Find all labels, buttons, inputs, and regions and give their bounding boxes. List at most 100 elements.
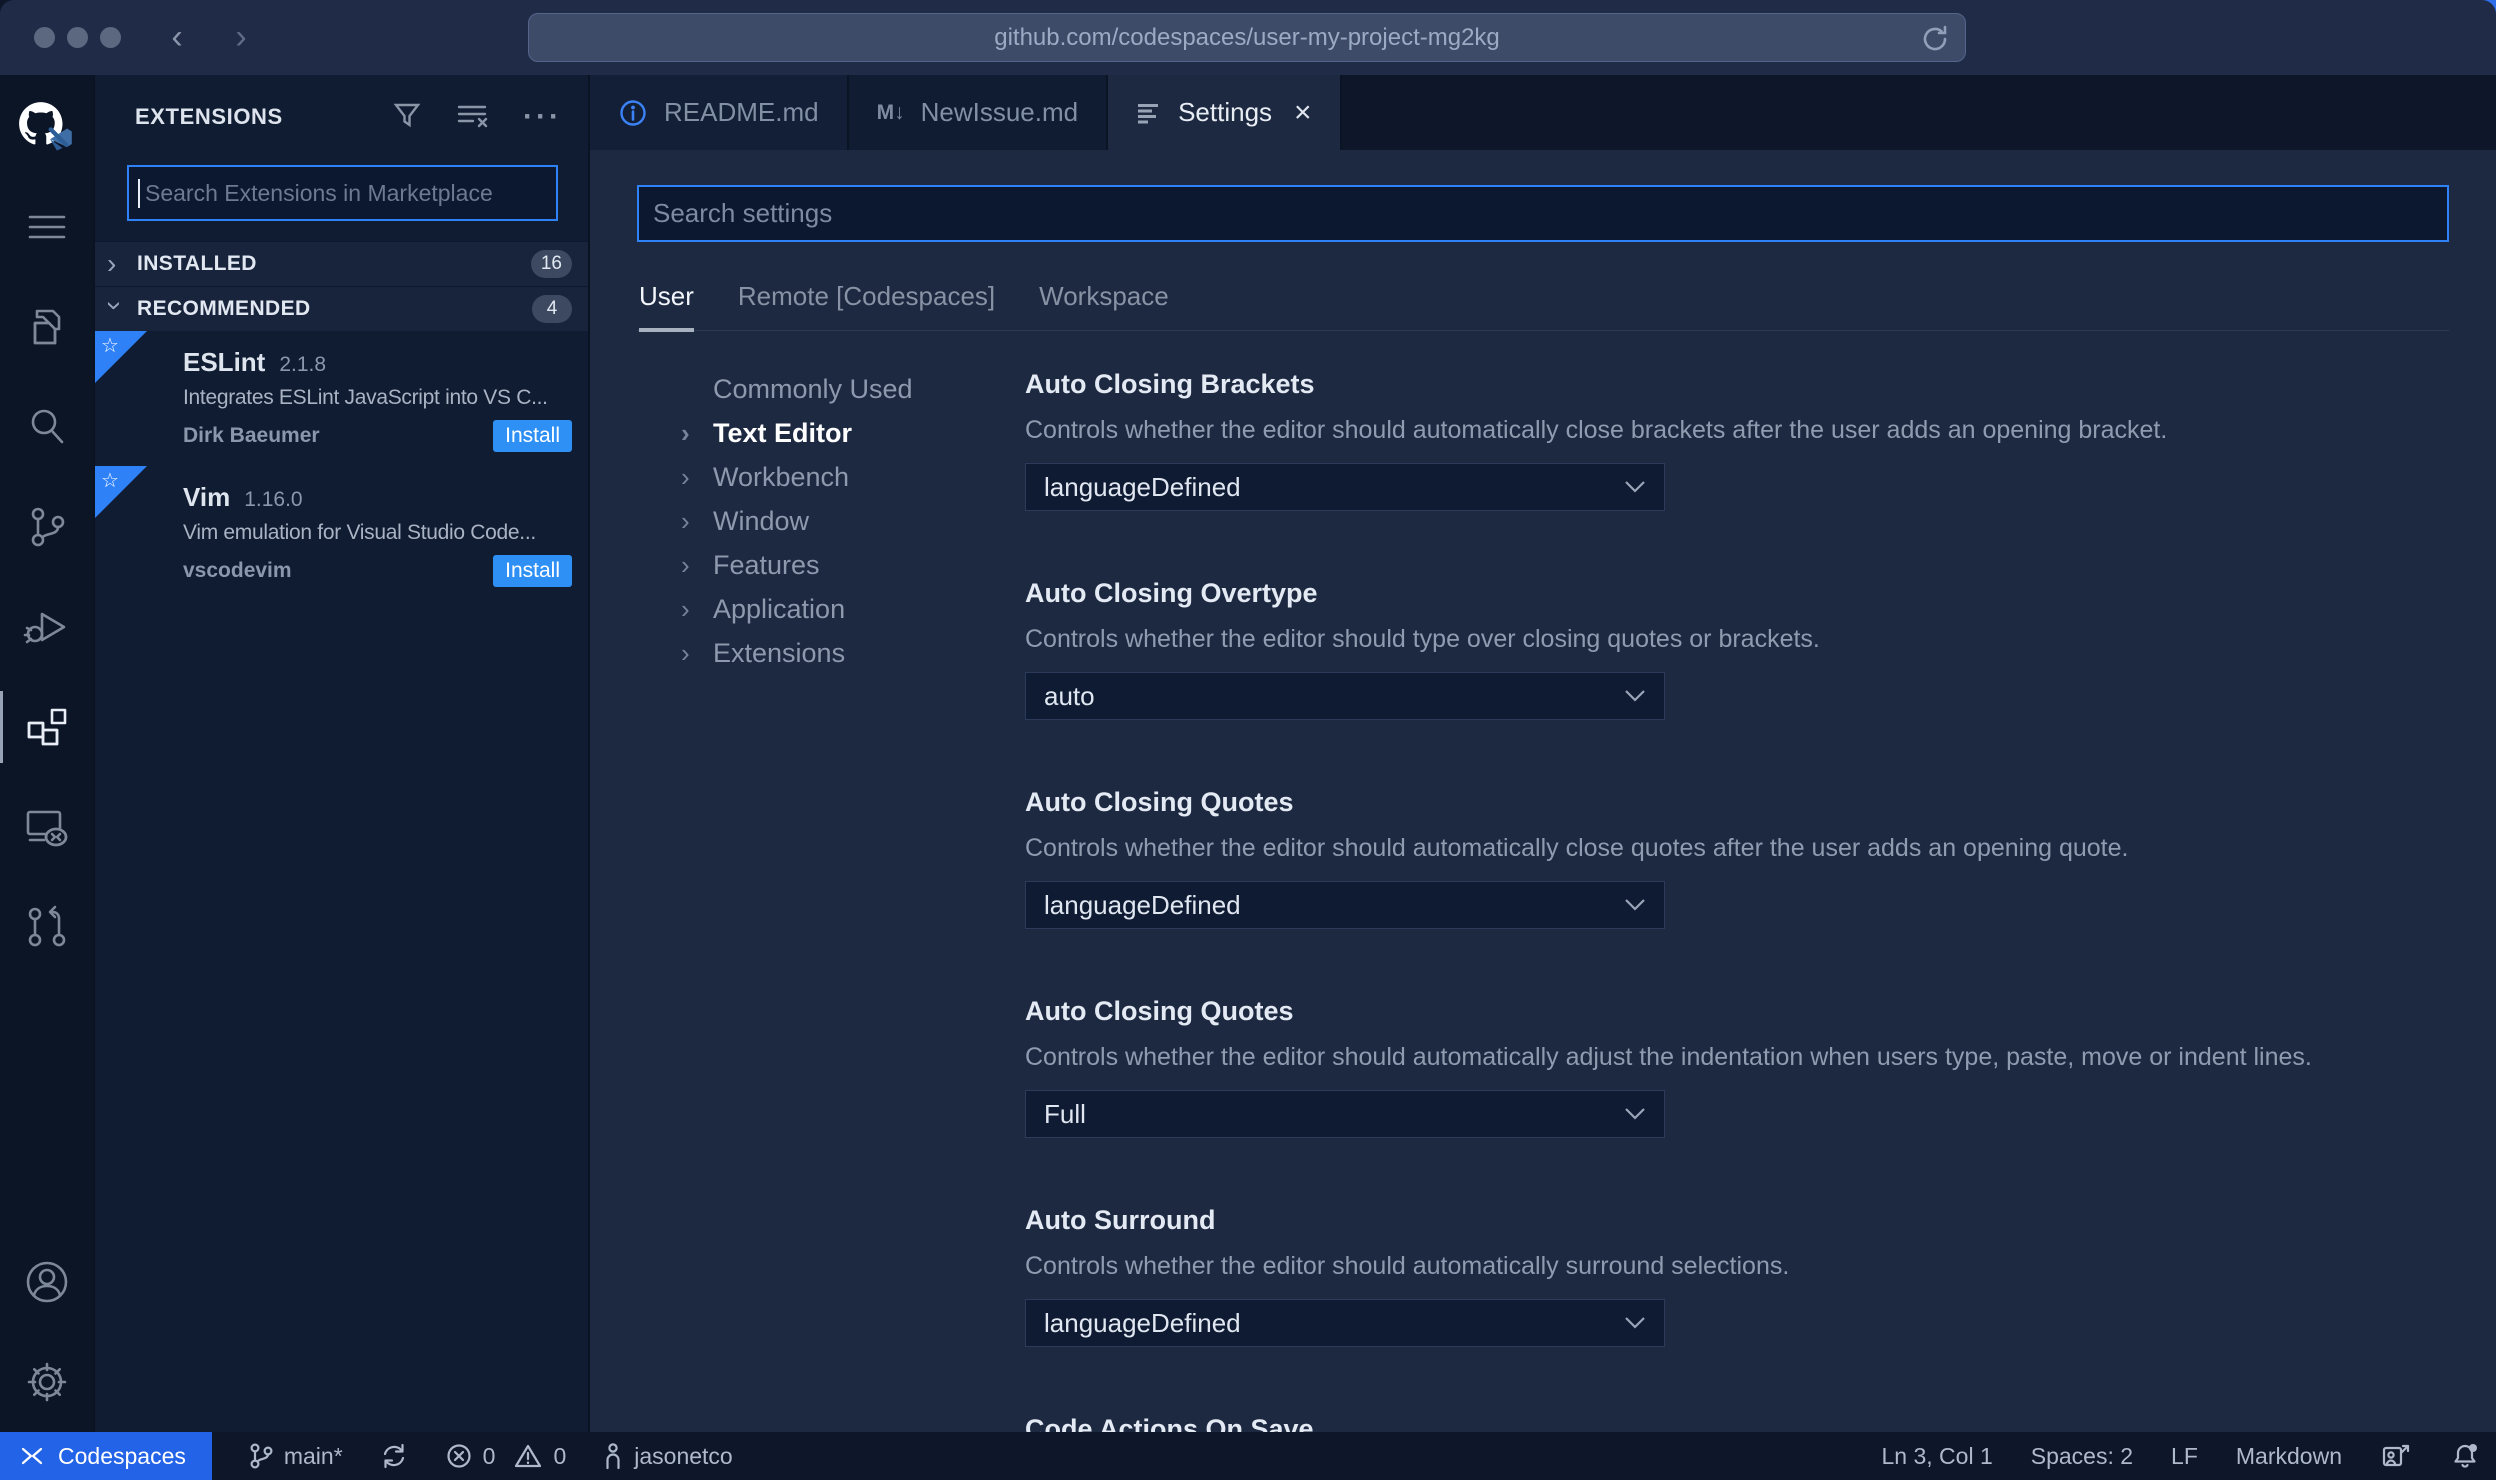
toc-item-text-editor[interactable]: › Text Editor (681, 411, 1025, 455)
codespaces-remote-button[interactable]: Codespaces (0, 1432, 212, 1480)
person-icon (606, 1443, 620, 1470)
setting-dropdown[interactable]: languageDefined (1025, 881, 1665, 929)
scope-tab-workspace[interactable]: Workspace (1039, 276, 1169, 330)
problems-status-item[interactable]: 0 0 (445, 1442, 566, 1470)
language-mode-item[interactable]: Markdown (2236, 1443, 2342, 1470)
sync-status-item[interactable] (379, 1441, 409, 1471)
tab-newissue[interactable]: M↓ NewIssue.md (848, 75, 1109, 150)
text-caret (138, 179, 140, 208)
browser-forward-button[interactable]: › (223, 18, 259, 57)
window-corner (2470, 0, 2496, 26)
toc-item-workbench[interactable]: › Workbench (681, 455, 1025, 499)
extension-list-item-eslint[interactable]: ☆ ESLint 2.1.8 Integrates ESLint JavaScr… (95, 331, 588, 466)
search-icon[interactable] (0, 377, 94, 477)
git-branch-icon (250, 1443, 273, 1469)
close-icon[interactable]: × (1294, 97, 1312, 127)
sidebar-section-installed[interactable]: › INSTALLED 16 (95, 241, 588, 286)
settings-search-box[interactable] (637, 185, 2449, 242)
toc-item-window[interactable]: › Window (681, 499, 1025, 543)
filter-icon[interactable] (391, 99, 423, 136)
settings-list-icon (1138, 103, 1159, 123)
setting-dropdown[interactable]: Full (1025, 1090, 1665, 1138)
explorer-icon[interactable] (0, 277, 94, 377)
clear-extensions-icon[interactable] (455, 99, 491, 136)
chevron-down-icon: › (100, 301, 131, 311)
window-control-dot[interactable] (67, 27, 88, 48)
active-view-indicator (0, 691, 3, 763)
extension-list-item-vim[interactable]: ☆ Vim 1.16.0 Vim emulation for Visual St… (95, 466, 588, 601)
setting-description: Controls whether the editor should autom… (1025, 1043, 2312, 1071)
remote-icon (21, 1447, 43, 1465)
extension-version: 1.16.0 (244, 488, 303, 511)
tab-bar: README.md M↓ NewIssue.md Settings × (590, 75, 2496, 150)
eol-item[interactable]: LF (2171, 1443, 2198, 1470)
scope-tab-remote[interactable]: Remote [Codespaces] (738, 276, 995, 330)
setting-row-auto-closing-quotes: Auto Closing Quotes Controls whether the… (1025, 785, 2449, 929)
setting-row-auto-closing-brackets: Auto Closing Brackets Controls whether t… (1025, 367, 2449, 511)
settings-search-input[interactable] (639, 198, 2447, 229)
extensions-search-input[interactable] (129, 179, 556, 207)
address-bar[interactable]: github.com/codespaces/user-my-project-mg… (528, 13, 1966, 62)
tab-settings[interactable]: Settings × (1108, 75, 1342, 150)
remote-explorer-icon[interactable] (0, 777, 94, 877)
github-codespaces-logo-icon (0, 83, 94, 177)
extension-name: Vim (183, 482, 231, 512)
setting-dropdown[interactable]: auto (1025, 672, 1665, 720)
extension-description: Vim emulation for Visual Studio Code... (183, 521, 536, 544)
branch-status-item[interactable]: main* (248, 1442, 343, 1470)
sync-icon (383, 1443, 404, 1469)
notifications-bell-icon[interactable] (2450, 1441, 2480, 1471)
setting-dropdown[interactable]: languageDefined (1025, 463, 1665, 511)
chevron-down-icon (1625, 690, 1645, 702)
markdown-icon: M↓ (876, 100, 905, 124)
toc-item-application[interactable]: › Application (681, 587, 1025, 631)
setting-row-code-actions-on-save: Code Actions On Save (1025, 1412, 2449, 1432)
setting-dropdown[interactable]: languageDefined (1025, 1299, 1665, 1347)
setting-title: Code Actions On Save (1025, 1414, 1314, 1432)
scope-tab-user[interactable]: User (639, 276, 694, 332)
status-bar: Codespaces main* 0 0 jasonetco Ln 3, Col… (0, 1432, 2496, 1480)
chevron-right-icon: › (681, 550, 690, 580)
extensions-icon[interactable] (0, 677, 94, 777)
more-actions-icon[interactable]: ··· (523, 102, 562, 132)
window-control-dot[interactable] (34, 27, 55, 48)
window-control-dot[interactable] (100, 27, 121, 48)
menu-icon[interactable] (0, 177, 94, 277)
sidebar-section-recommended[interactable]: › RECOMMENDED 4 (95, 286, 588, 331)
user-status-item[interactable]: jasonetco (602, 1441, 733, 1471)
install-button[interactable]: Install (493, 555, 572, 587)
reload-icon[interactable] (1919, 23, 1951, 60)
toc-item-features[interactable]: › Features (681, 543, 1025, 587)
toc-item-commonly-used[interactable]: Commonly Used (681, 367, 1025, 411)
setting-row-auto-closing-quotes-2: Auto Closing Quotes Controls whether the… (1025, 994, 2449, 1138)
chevron-right-icon: › (681, 638, 690, 668)
run-debug-icon[interactable] (0, 577, 94, 677)
url-text[interactable]: github.com/codespaces/user-my-project-mg… (994, 24, 1500, 52)
editor-area: README.md M↓ NewIssue.md Settings × Sear… (590, 75, 2496, 1432)
extension-name: ESLint (183, 347, 266, 377)
setting-title: Auto Closing Quotes (1025, 787, 1294, 817)
setting-title: Auto Closing Overtype (1025, 578, 1318, 608)
chevron-down-icon (1625, 481, 1645, 493)
toc-item-extensions[interactable]: › Extensions (681, 631, 1025, 675)
setting-description: Controls whether the editor should autom… (1025, 416, 2168, 444)
browser-back-button[interactable]: ‹ (159, 18, 195, 57)
extensions-sidebar: EXTENSIONS ··· › INSTALLED (95, 75, 590, 1432)
settings-gear-icon[interactable] (0, 1332, 94, 1432)
feedback-icon[interactable] (2380, 1441, 2412, 1471)
setting-row-auto-closing-overtype: Auto Closing Overtype Controls whether t… (1025, 576, 2449, 720)
chevron-right-icon: › (681, 462, 690, 492)
sidebar-title: EXTENSIONS (135, 104, 283, 129)
settings-editor: User Remote [Codespaces] Workspace Commo… (590, 150, 2496, 1432)
extensions-search-box[interactable] (127, 165, 558, 221)
install-button[interactable]: Install (493, 420, 572, 452)
app-window: ‹ › github.com/codespaces/user-my-projec… (0, 0, 2496, 1480)
indentation-item[interactable]: Spaces: 2 (2031, 1443, 2133, 1470)
pull-request-icon[interactable] (0, 877, 94, 977)
star-icon: ☆ (101, 335, 119, 357)
source-control-icon[interactable] (0, 477, 94, 577)
tab-readme[interactable]: README.md (590, 75, 849, 150)
account-icon[interactable] (0, 1232, 94, 1332)
warnings-icon (515, 1444, 542, 1468)
cursor-position-item[interactable]: Ln 3, Col 1 (1882, 1443, 1993, 1470)
